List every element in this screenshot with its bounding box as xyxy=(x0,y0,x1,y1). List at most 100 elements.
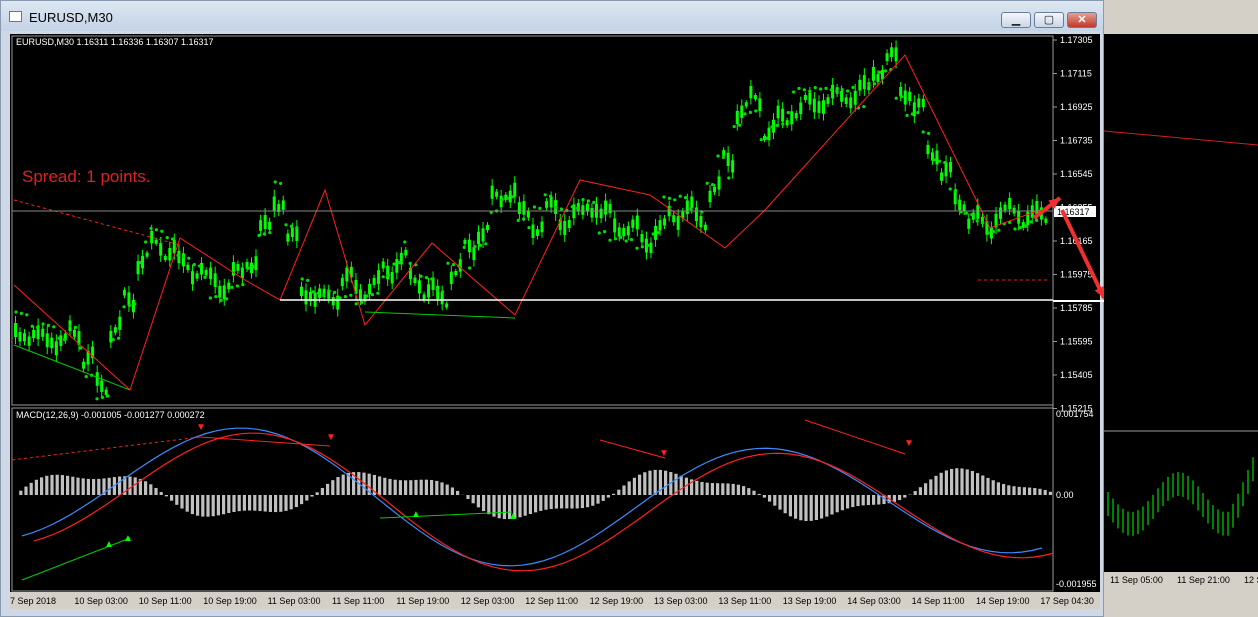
sar-dot xyxy=(289,224,293,228)
sar-dot xyxy=(586,199,591,203)
trend-line xyxy=(13,199,181,246)
candle-body xyxy=(590,208,594,218)
candle-body xyxy=(790,111,794,125)
sar-dot xyxy=(19,311,23,315)
sar-dot xyxy=(851,85,855,89)
sar-dot xyxy=(538,206,542,210)
macd-histogram-bar xyxy=(518,495,522,518)
sar-dot xyxy=(424,276,428,280)
macd-histogram-bar xyxy=(466,495,470,500)
candle-body xyxy=(781,108,785,122)
macd-histogram-bar xyxy=(726,483,730,495)
candle-body xyxy=(976,205,980,219)
candle-body xyxy=(118,316,122,330)
macd-histogram-bar xyxy=(924,483,928,495)
macd-histogram-bar xyxy=(976,473,980,495)
macd-histogram-bar xyxy=(341,474,345,495)
sar-dot xyxy=(106,394,110,398)
sar-dot xyxy=(759,138,763,142)
sar-dot xyxy=(516,218,520,222)
price-axis: 1.173051.171151.169251.167351.165451.163… xyxy=(1053,35,1096,414)
macd-histogram-bar xyxy=(393,479,397,495)
macd-histogram-bar xyxy=(830,495,834,515)
candle-body xyxy=(935,150,939,165)
macd-histogram-bar xyxy=(175,495,179,505)
macd-histogram-bar xyxy=(898,495,902,501)
macd-histogram-bar xyxy=(1033,488,1037,495)
macd-histogram-bar xyxy=(315,492,319,495)
sar-dot xyxy=(1018,226,1023,230)
macd-histogram-bar xyxy=(492,495,496,517)
macd-histogram-bar xyxy=(705,482,709,495)
time-label: 12 Sep 11:00 xyxy=(525,596,578,606)
sar-dot xyxy=(468,266,472,270)
buy-arrow-icon: ▲ xyxy=(411,509,421,520)
macd-histogram-bar xyxy=(414,479,418,495)
sar-dot xyxy=(662,195,666,199)
candle-body xyxy=(449,271,453,285)
macd-histogram-bar xyxy=(40,477,44,495)
sar-dot xyxy=(478,243,482,247)
candle-body xyxy=(626,226,630,236)
sar-dot xyxy=(797,86,801,90)
candle-body xyxy=(463,239,467,245)
candle-body xyxy=(563,221,567,235)
macd-histogram-bar xyxy=(731,483,735,495)
sar-dot xyxy=(500,198,504,202)
chart-canvas[interactable]: 1.173051.171151.169251.167351.165451.163… xyxy=(0,0,1258,617)
candle-body xyxy=(799,102,803,115)
candle-body xyxy=(826,97,830,104)
macd-histogram-bar xyxy=(34,479,38,495)
sar-dot xyxy=(684,196,688,200)
sar-dot xyxy=(100,395,104,399)
sar-dot xyxy=(603,230,607,234)
candle-body xyxy=(821,100,825,114)
macd-histogram-bar xyxy=(97,478,101,495)
macd-histogram-bar xyxy=(934,475,938,495)
sar-dot xyxy=(937,159,942,163)
macd-histogram-bar xyxy=(86,478,90,495)
macd-histogram-bar xyxy=(918,487,922,495)
candle-body xyxy=(240,267,244,279)
sar-dot xyxy=(171,237,175,241)
macd-histogram-bar xyxy=(846,495,850,509)
candle-body xyxy=(622,227,626,237)
candle-body xyxy=(331,297,335,306)
candle-body xyxy=(722,150,726,156)
candle-body xyxy=(917,98,921,108)
macd-histogram-bar xyxy=(502,495,506,520)
candle-body xyxy=(776,105,780,119)
macd-histogram-bar xyxy=(950,468,954,495)
sar-dot xyxy=(657,231,661,235)
price-label: 1.16545 xyxy=(1060,169,1093,179)
sar-dot xyxy=(635,246,639,250)
macd-histogram-bar xyxy=(721,483,725,495)
sar-dot xyxy=(646,243,650,247)
candle-body xyxy=(926,144,930,155)
sar-dot xyxy=(257,233,261,237)
macd-histogram-bar xyxy=(944,470,948,495)
sar-dot xyxy=(111,338,115,342)
candle-body xyxy=(213,273,217,287)
sell-arrow-icon: ▼ xyxy=(326,432,336,443)
macd-histogram-bar xyxy=(627,481,631,495)
macd-histogram-bar xyxy=(180,495,184,509)
macd-histogram-bar xyxy=(679,475,683,495)
candle-body xyxy=(890,47,894,57)
candle-body xyxy=(345,267,349,282)
sar-dot xyxy=(214,295,218,299)
candle-body xyxy=(122,290,126,296)
macd-histogram-bar xyxy=(185,495,189,512)
sar-dot xyxy=(824,86,828,90)
candle-body xyxy=(717,176,721,190)
macd-histogram-bar xyxy=(154,487,158,495)
sar-dot xyxy=(419,274,423,278)
candle-body xyxy=(1008,197,1012,210)
sar-dot xyxy=(354,302,358,306)
macd-histogram-bar xyxy=(242,495,246,511)
macd-histogram-bar xyxy=(92,479,96,495)
sar-dot xyxy=(716,154,720,158)
candle-body xyxy=(708,190,712,203)
candle-body xyxy=(536,229,539,236)
candle-body xyxy=(817,101,821,113)
